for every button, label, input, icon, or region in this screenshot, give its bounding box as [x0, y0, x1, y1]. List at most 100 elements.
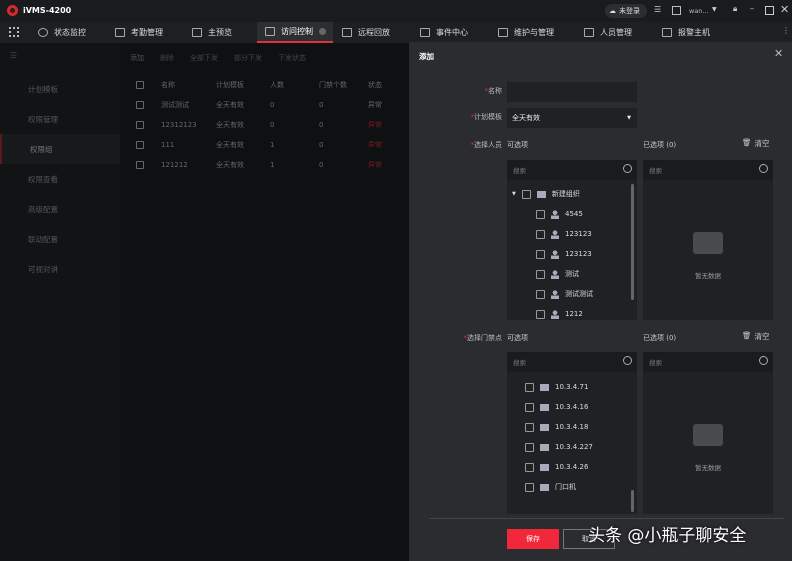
checkbox[interactable]	[525, 462, 534, 472]
select-all-checkbox[interactable]	[136, 81, 144, 89]
maximize-button[interactable]	[765, 6, 774, 15]
search-icon[interactable]	[759, 164, 768, 173]
search-icon[interactable]	[623, 164, 632, 173]
tab-event-center[interactable]: 事件中心	[420, 22, 468, 43]
checkbox[interactable]	[521, 189, 531, 199]
sidebar-item-advanced-config[interactable]: 高级配置	[0, 194, 120, 224]
checkbox[interactable]	[525, 482, 534, 492]
apply-status-button[interactable]: 下发状态	[278, 53, 306, 63]
row-checkbox[interactable]	[136, 161, 144, 169]
checkbox[interactable]	[525, 442, 534, 452]
add-button[interactable]: 添加	[130, 53, 144, 63]
tab-person-management[interactable]: 人员管理	[584, 22, 632, 43]
door-item[interactable]: 门口机	[525, 477, 576, 497]
chevron-down-icon[interactable]: ▼	[712, 6, 717, 13]
main-nav: 状态监控 考勤管理 主预览 访问控制 远程回放 事件中心 维护与管理 人员管理 …	[0, 22, 792, 43]
expand-icon[interactable]: ▼	[512, 191, 516, 197]
alarm-icon	[420, 28, 430, 37]
person-item[interactable]: 测试测试	[536, 284, 593, 304]
table-row[interactable]: 111 全天有效 1 0 异常	[130, 135, 410, 155]
checkbox[interactable]	[525, 382, 534, 392]
selected-doors-search-input[interactable]: 搜索	[643, 352, 773, 372]
tab-main-preview[interactable]: 主预览	[192, 22, 232, 43]
checkbox[interactable]	[536, 289, 545, 299]
table-row[interactable]: 测试测试 全天有效 0 0 异常	[130, 95, 410, 115]
save-button[interactable]: 保存	[507, 529, 559, 549]
login-status-button[interactable]: ☁ 未登录	[605, 4, 647, 18]
person-item[interactable]: 4545	[536, 204, 583, 224]
sidebar-item-permission-view[interactable]: 权限查看	[0, 164, 120, 194]
checkbox[interactable]	[536, 249, 545, 259]
selected-persons-search-input[interactable]: 搜索	[643, 160, 773, 180]
row-checkbox[interactable]	[136, 101, 144, 109]
scrollbar[interactable]	[631, 184, 634, 300]
toolbar: 添加 删除 全部下发 部分下发 下发状态	[130, 53, 306, 63]
door-item[interactable]: 10.3.4.18	[525, 417, 588, 437]
person-item[interactable]: 测试	[536, 264, 579, 284]
list-icon[interactable]: ☰	[654, 5, 661, 14]
search-icon[interactable]	[623, 356, 632, 365]
tab-maintenance[interactable]: 维护与管理	[498, 22, 554, 43]
lock-icon[interactable]: 🔒︎	[733, 4, 737, 14]
apps-grid-icon[interactable]	[9, 27, 19, 37]
checkbox[interactable]	[525, 402, 534, 412]
table-cell: 测试测试	[161, 101, 189, 109]
person-icon	[551, 269, 559, 279]
checkbox[interactable]	[536, 269, 545, 279]
delete-button[interactable]: 删除	[160, 53, 174, 63]
row-checkbox[interactable]	[136, 141, 144, 149]
apply-part-button[interactable]: 部分下发	[234, 53, 262, 63]
door-item[interactable]: 10.3.4.227	[525, 437, 593, 457]
monitor-icon[interactable]	[672, 6, 681, 15]
person-item[interactable]: 123123	[536, 224, 592, 244]
sidebar-item-schedule-template[interactable]: 计划模板	[0, 74, 120, 104]
door-item[interactable]: 10.3.4.26	[525, 457, 588, 477]
table-cell: 0	[319, 161, 324, 169]
checkbox[interactable]	[536, 309, 545, 319]
person-item[interactable]: 1212	[536, 304, 583, 324]
user-menu[interactable]: wan...	[689, 7, 709, 15]
trash-icon: 🗑︎	[742, 331, 752, 340]
folder-icon	[540, 423, 549, 431]
table-cell: 0	[270, 101, 275, 109]
name-input[interactable]	[507, 82, 637, 102]
calendar-icon	[115, 28, 125, 37]
tab-status-monitor[interactable]: 状态监控	[38, 22, 86, 43]
scrollbar[interactable]	[631, 490, 634, 512]
more-icon[interactable]: ⋮	[782, 26, 790, 35]
dialog-close-icon[interactable]: ✕	[774, 47, 783, 60]
doors-search-input[interactable]: 搜索	[507, 352, 637, 372]
tab-alarm-host[interactable]: 报警主机	[662, 22, 710, 43]
checkbox[interactable]	[536, 209, 545, 219]
menu-icon[interactable]: ☰	[10, 51, 17, 60]
row-checkbox[interactable]	[136, 121, 144, 129]
person-item[interactable]: 123123	[536, 244, 592, 264]
sidebar-item-permission-group[interactable]: 权限组	[0, 134, 120, 164]
persons-search-input[interactable]: 搜索	[507, 160, 637, 180]
doors-label: *选择门禁点	[463, 334, 503, 342]
folder-icon	[540, 463, 549, 471]
table-row[interactable]: 12312123 全天有效 0 0 异常	[130, 115, 410, 135]
cloud-icon: ☁	[609, 7, 616, 15]
tab-attendance[interactable]: 考勤管理	[115, 22, 163, 43]
doors-clear-button[interactable]: 🗑︎ 清空	[742, 331, 770, 342]
door-item[interactable]: 10.3.4.71	[525, 377, 588, 397]
apply-all-button[interactable]: 全部下发	[190, 53, 218, 63]
template-select[interactable]: 全天有效 ▼	[507, 108, 637, 128]
checkbox[interactable]	[525, 422, 534, 432]
tab-remote-playback[interactable]: 远程回放	[342, 22, 390, 43]
door-item[interactable]: 10.3.4.16	[525, 397, 588, 417]
close-tab-icon[interactable]	[319, 28, 326, 35]
checkbox[interactable]	[536, 229, 545, 239]
search-icon[interactable]	[759, 356, 768, 365]
sidebar-item-linkage-config[interactable]: 联动配置	[0, 224, 120, 254]
sidebar-item-permission-management[interactable]: 权限管理	[0, 104, 120, 134]
persons-clear-button[interactable]: 🗑︎ 清空	[742, 138, 770, 149]
close-button[interactable]: ✕	[780, 3, 789, 16]
minimize-button[interactable]: –	[750, 4, 754, 13]
tab-access-control[interactable]: 访问控制	[257, 22, 333, 43]
sidebar-item-video-intercom[interactable]: 可视对讲	[0, 254, 120, 284]
tree-node-org[interactable]: ▼ 新建组织	[512, 184, 580, 204]
table-row[interactable]: 121212 全天有效 1 0 异常	[130, 155, 410, 175]
header-count: 人数	[270, 81, 284, 89]
